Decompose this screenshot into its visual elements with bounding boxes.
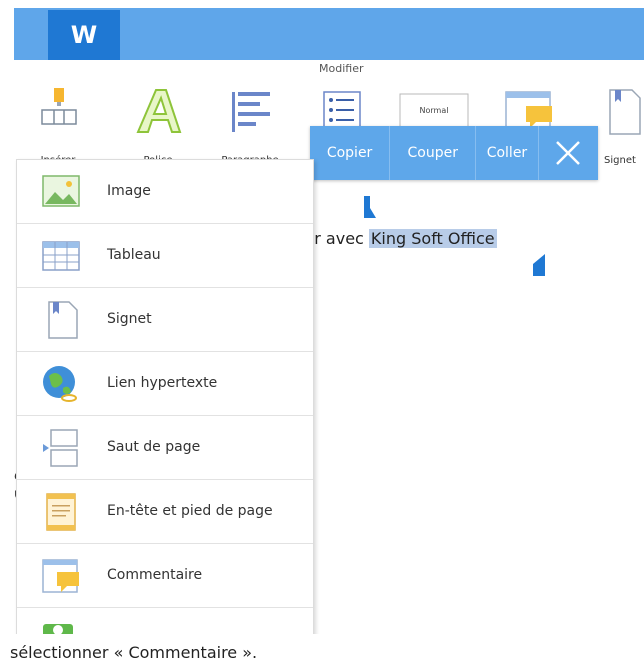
insert-menu-item-table[interactable]: Tableau [17,224,313,288]
more-icon [43,624,73,634]
paragraph-icon [232,92,270,132]
hyperlink-icon [43,366,77,402]
insert-menu-item-bookmark[interactable]: Signet [17,288,313,352]
style-preview-text: Normal [419,106,449,115]
ribbon-insert-button[interactable]: Insérer [18,78,98,166]
insert-menu-item-header-footer[interactable]: En-tête et pied de page [17,480,313,544]
insert-menu-item-label: Lien hypertexte [107,375,218,391]
title-bar: W [14,8,644,60]
table-icon [42,241,80,271]
selection-end-handle[interactable] [533,254,545,276]
comment-icon [42,559,79,593]
insert-menu-item-label: Tableau [107,247,161,263]
insert-menu-item-label: En-tête et pied de page [107,503,273,519]
insert-menu-item-label: Commentaire [107,567,203,583]
copy-button[interactable]: Copier [310,126,391,180]
document-text[interactable]: nter avec King Soft Office [288,229,497,248]
app-window: W Modifier Insérer Police [14,8,644,634]
insert-menu-item-more[interactable] [17,608,313,634]
selected-text[interactable]: King Soft Office [368,229,497,248]
insert-menu-item-hyperlink[interactable]: Lien hypertexte [17,352,313,416]
image-icon [42,175,80,207]
ribbon-group-label: Modifier [319,62,364,75]
selection-start-handle[interactable] [364,196,376,218]
insert-menu-item-label: Image [107,183,151,199]
bookmark-icon [48,301,78,339]
text-context-menu: Copier Couper Coller [310,126,598,180]
caption-text: sélectionner « Commentaire ». [10,643,258,662]
insert-menu-item-label: Signet [107,311,152,327]
wps-logo[interactable]: W [48,10,120,60]
insert-menu-item-label: Saut de page [107,439,201,455]
page-break-icon [43,429,78,467]
cut-button[interactable]: Couper [390,126,477,180]
insert-menu-item-page-break[interactable]: Saut de page [17,416,313,480]
ribbon-paragraph-button[interactable]: Paragraphe [210,78,290,166]
insert-icon [41,88,77,125]
header-footer-icon [46,493,76,531]
ribbon-font-button[interactable]: Police [118,78,198,166]
insert-dropdown-menu: Image Tableau Signet Lien hypertexte Sau… [16,159,314,634]
close-icon [556,141,581,165]
insert-menu-item-image[interactable]: Image [17,160,313,224]
close-context-menu-button[interactable] [539,126,598,180]
insert-menu-item-comment[interactable]: Commentaire [17,544,313,608]
paste-button[interactable]: Coller [476,126,539,180]
font-icon [136,89,182,133]
